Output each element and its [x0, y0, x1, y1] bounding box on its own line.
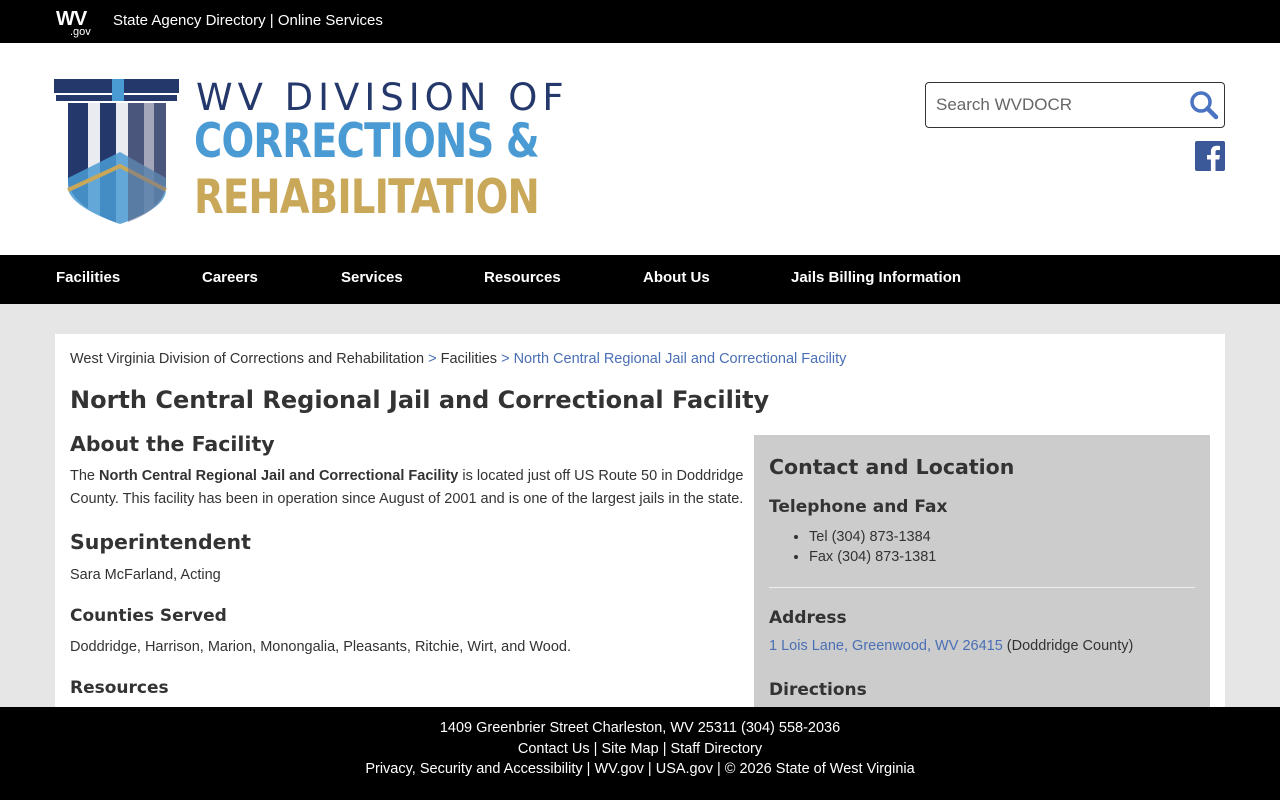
counties-list: Doddridge, Harrison, Marion, Monongalia,…: [70, 639, 572, 655]
nav-item-resources[interactable]: Resources: [484, 269, 561, 286]
online-services-link[interactable]: Online Services: [278, 12, 383, 29]
phone-list: Tel (304) 873-1384 Fax (304) 873-1381: [809, 527, 936, 567]
footer-separator: |: [658, 741, 671, 757]
privacy-link[interactable]: Privacy, Security and Accessibility: [365, 761, 582, 777]
top-links: State Agency Directory | Online Services: [113, 12, 383, 29]
usa-gov-link[interactable]: USA.gov: [656, 761, 713, 777]
gov-logo-text: .gov: [70, 26, 91, 38]
breadcrumb-separator: >: [428, 351, 437, 367]
breadcrumb-current: North Central Regional Jail and Correcti…: [513, 351, 847, 367]
counties-heading: Counties Served: [70, 606, 227, 626]
wvdocr-logo[interactable]: WV DIVISION OF CORRECTIONS & REHABILITAT…: [54, 76, 584, 228]
contact-sidebar: Contact and Location Telephone and Fax T…: [754, 435, 1210, 725]
directions-heading: Directions: [769, 680, 867, 700]
search-icon[interactable]: [1188, 89, 1220, 121]
footer-links-row1: Contact Us | Site Map | Staff Directory: [0, 741, 1280, 757]
logo-line-division: WV DIVISION OF: [196, 76, 569, 119]
search-box: [925, 82, 1225, 128]
address-county: (Doddridge County): [1002, 638, 1134, 654]
main-nav: Facilities Careers Services Resources Ab…: [0, 255, 1280, 304]
facebook-icon[interactable]: [1195, 141, 1225, 171]
about-paragraph: The North Central Regional Jail and Corr…: [70, 465, 745, 511]
breadcrumb-separator: >: [501, 351, 510, 367]
contact-us-link[interactable]: Contact Us: [518, 741, 590, 757]
divider: [769, 587, 1195, 588]
nav-item-jails-billing[interactable]: Jails Billing Information: [791, 269, 961, 286]
logo-line-rehabilitation: REHABILITATION: [194, 170, 540, 225]
staff-directory-link[interactable]: Staff Directory: [671, 741, 763, 757]
about-heading: About the Facility: [70, 432, 275, 456]
shield-pillar-icon: [54, 79, 179, 225]
footer-separator: |: [712, 761, 725, 777]
wv-gov-link[interactable]: WV.gov: [594, 761, 643, 777]
top-utility-bar: WV .gov State Agency Directory | Online …: [0, 0, 1280, 43]
site-header: WV DIVISION OF CORRECTIONS & REHABILITAT…: [0, 43, 1280, 255]
footer-links-row2: Privacy, Security and Accessibility | WV…: [0, 761, 1280, 777]
copyright-text: © 2026 State of West Virginia: [724, 761, 915, 777]
about-facility-name: North Central Regional Jail and Correcti…: [99, 468, 459, 484]
search-input[interactable]: [936, 93, 1176, 117]
nav-item-about-us[interactable]: About Us: [643, 269, 710, 286]
breadcrumb: West Virginia Division of Corrections an…: [70, 351, 846, 367]
telephone-heading: Telephone and Fax: [769, 497, 948, 517]
content-card: West Virginia Division of Corrections an…: [55, 334, 1225, 725]
superintendent-heading: Superintendent: [70, 530, 251, 554]
breadcrumb-home-link[interactable]: West Virginia Division of Corrections an…: [70, 351, 424, 367]
logo-line-corrections: CORRECTIONS &: [194, 114, 540, 169]
contact-heading: Contact and Location: [769, 455, 1015, 479]
site-map-link[interactable]: Site Map: [601, 741, 658, 757]
footer-separator: |: [589, 741, 602, 757]
address-map-link[interactable]: 1 Lois Lane, Greenwood, WV 26415: [769, 638, 1003, 654]
wv-gov-logo[interactable]: WV .gov: [56, 8, 98, 38]
footer-separator: |: [582, 761, 595, 777]
address-heading: Address: [769, 608, 847, 628]
nav-item-careers[interactable]: Careers: [202, 269, 258, 286]
resources-heading: Resources: [70, 678, 169, 698]
superintendent-name: Sara McFarland, Acting: [70, 567, 221, 583]
page-title: North Central Regional Jail and Correcti…: [70, 386, 770, 414]
nav-item-facilities[interactable]: Facilities: [56, 269, 120, 286]
about-text-pre: The: [70, 468, 100, 484]
tel-number[interactable]: Tel (304) 873-1384: [809, 527, 936, 547]
address-line: 1 Lois Lane, Greenwood, WV 26415 (Doddri…: [769, 638, 1133, 654]
footer-address: 1409 Greenbrier Street Charleston, WV 25…: [439, 720, 841, 736]
state-agency-directory-link[interactable]: State Agency Directory: [113, 12, 266, 29]
site-footer: 1409 Greenbrier Street Charleston, WV 25…: [0, 707, 1280, 800]
breadcrumb-facilities-link[interactable]: Facilities: [441, 351, 497, 367]
nav-item-services[interactable]: Services: [341, 269, 403, 286]
footer-separator: |: [643, 761, 656, 777]
fax-number: Fax (304) 873-1381: [809, 547, 936, 567]
top-links-separator: |: [269, 12, 274, 29]
